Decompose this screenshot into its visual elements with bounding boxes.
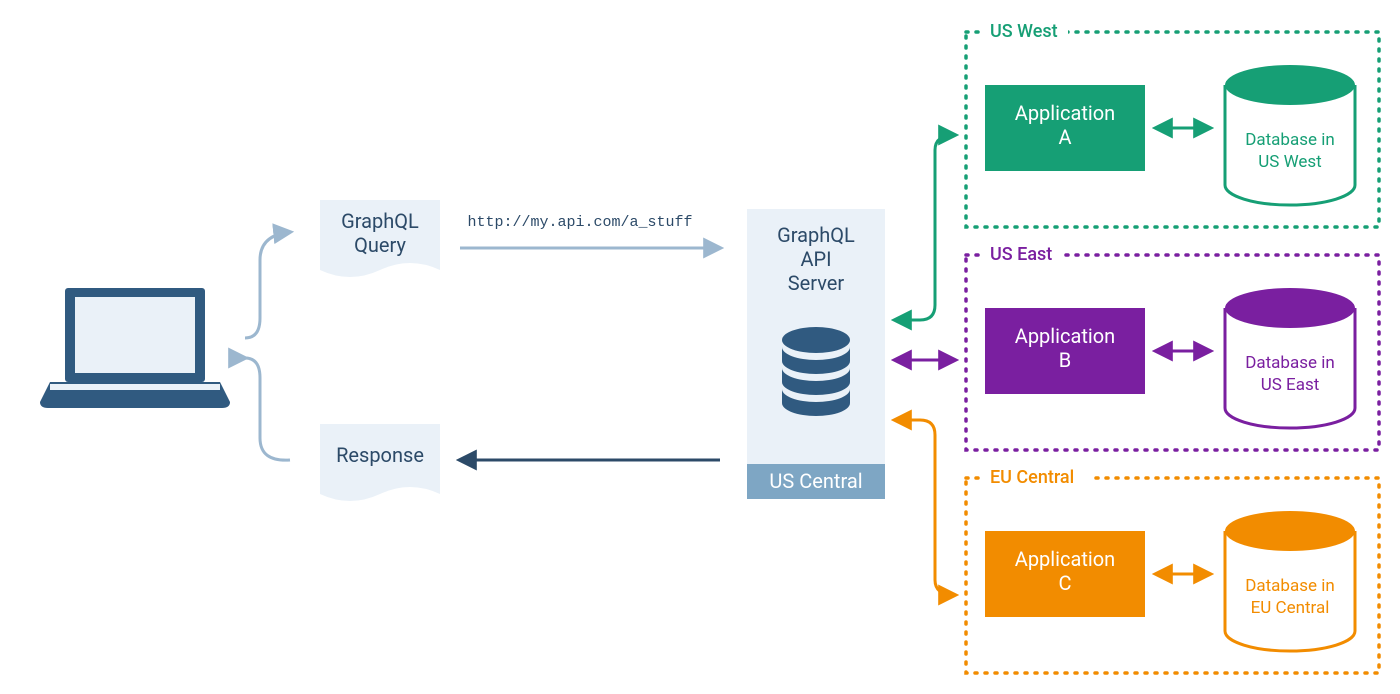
- region-title-eucentral: EU Central: [990, 467, 1074, 488]
- db-label-uswest-1: Database in: [1245, 130, 1335, 150]
- arrow-laptop-to-query: [245, 232, 290, 338]
- region-eu-central: EU Central Application C Database in EU …: [966, 464, 1379, 673]
- db-label-useast-2: US East: [1261, 375, 1320, 395]
- architecture-diagram: GraphQL Query Response http://my.api.com…: [0, 0, 1400, 694]
- app-label-a-1: Application: [1015, 101, 1115, 125]
- region-title-useast: US East: [990, 244, 1052, 265]
- server-label-1: GraphQL: [777, 223, 855, 247]
- response-document: Response: [320, 424, 440, 501]
- connector-server-eucentral: [895, 420, 955, 595]
- query-document: GraphQL Query: [320, 200, 440, 277]
- region-us-east: US East Application B Database in US Eas…: [966, 241, 1379, 450]
- app-label-c-1: Application: [1015, 547, 1115, 571]
- app-label-b-2: B: [1059, 348, 1071, 372]
- db-label-euc-1: Database in: [1245, 576, 1335, 596]
- server-label-3: Server: [788, 271, 845, 295]
- region-title-uswest: US West: [990, 21, 1058, 42]
- db-label-euc-2: EU Central: [1251, 598, 1330, 618]
- app-label-b-1: Application: [1015, 324, 1115, 348]
- region-us-west: US West Application A Database in US Wes…: [966, 18, 1379, 227]
- server-label-2: API: [800, 247, 831, 271]
- laptop-icon: [40, 288, 230, 408]
- connector-server-uswest: [895, 135, 955, 320]
- app-label-a-2: A: [1058, 125, 1071, 149]
- database-useast: Database in US East: [1225, 288, 1355, 428]
- query-label-2: Query: [354, 233, 406, 257]
- graphql-server: GraphQL API Server US Central: [747, 209, 885, 499]
- arrow-response-to-laptop: [245, 358, 290, 460]
- db-label-useast-1: Database in: [1245, 353, 1335, 373]
- response-label: Response: [336, 443, 424, 467]
- db-label-uswest-2: US West: [1258, 152, 1322, 172]
- database-eucentral: Database in EU Central: [1225, 511, 1355, 651]
- app-label-c-2: C: [1058, 571, 1071, 595]
- api-url-label: http://my.api.com/a_stuff: [467, 214, 692, 231]
- database-uswest: Database in US West: [1225, 65, 1355, 205]
- query-label-1: GraphQL: [341, 209, 419, 233]
- server-region-label: US Central: [769, 469, 862, 493]
